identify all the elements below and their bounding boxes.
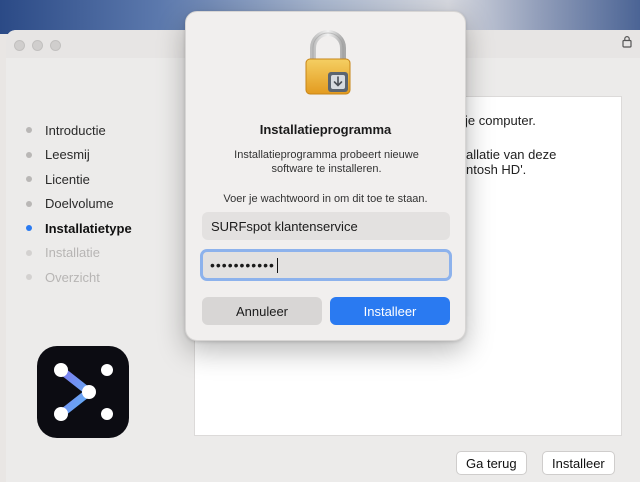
step-label: Installatietype [45,220,132,236]
minimize-window-button[interactable] [32,40,43,51]
text-caret [276,257,279,273]
step-overzicht: Overzicht [26,265,132,290]
step-doelvolume: Doelvolume [26,192,132,217]
step-label: Installatie [45,245,100,261]
content-text: je computer. [465,113,536,128]
step-dot [26,200,32,207]
password-field[interactable]: ••••••••••• [200,249,452,281]
dialog-prompt: Voer je wachtwoord in om dit toe te staa… [223,193,428,205]
dialog-message: Installatieprogramma probeert nieuwe sof… [234,149,419,175]
installer-steps: Introductie Leesmij Licentie Doelvolume … [26,118,132,290]
step-licentie: Licentie [26,167,132,192]
step-dot [26,274,32,281]
lock-icon [622,35,632,51]
step-leesmij: Leesmij [26,143,132,168]
step-label: Doelvolume [45,196,114,212]
cancel-button[interactable]: Annuleer [202,297,322,325]
step-installatie: Installatie [26,241,132,266]
padlock-icon [302,30,354,96]
step-label: Overzicht [45,269,100,285]
step-dot [26,151,32,158]
step-dot [26,176,32,183]
install-button[interactable]: Installeer [330,297,450,325]
authentication-dialog: Installatieprogramma Installatieprogramm… [185,11,466,341]
password-mask: ••••••••••• [210,257,275,273]
dialog-title: Installatieprogramma [259,122,392,137]
step-label: Introductie [45,122,106,138]
step-dot-active [26,225,32,232]
content-text: allatie van deze [466,147,557,162]
step-dot [26,249,32,256]
close-window-button[interactable] [14,40,25,51]
zoom-window-button[interactable] [50,40,61,51]
username-field[interactable] [202,212,450,240]
go-back-button[interactable]: Ga terug [456,451,527,475]
step-installatietype: Installatietype [26,216,132,241]
step-label: Licentie [45,171,90,187]
step-introductie: Introductie [26,118,132,143]
app-icon [37,346,129,438]
content-text: ntosh HD'. [466,162,527,177]
window-install-button[interactable]: Installeer [542,451,615,475]
step-label: Leesmij [45,147,90,163]
step-dot [26,127,32,134]
